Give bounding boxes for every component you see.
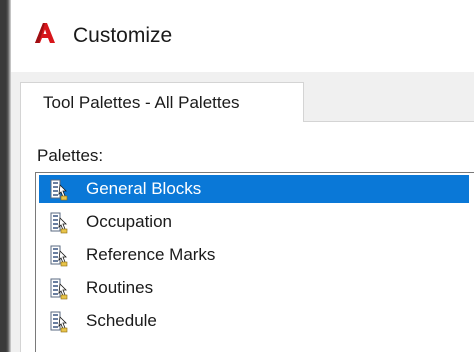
palettes-listbox[interactable]: General Blocks Occupation Reference Mark… bbox=[35, 172, 474, 352]
title-bar: Customize bbox=[11, 0, 474, 72]
customize-window: Customize Tool Palettes - All Palettes P… bbox=[0, 0, 474, 352]
list-item-schedule[interactable]: Schedule bbox=[39, 307, 469, 335]
autocad-logo-icon bbox=[35, 23, 55, 43]
tool-palette-icon bbox=[50, 212, 68, 234]
tool-palette-icon bbox=[50, 245, 68, 267]
list-item-label: Occupation bbox=[86, 212, 172, 231]
tool-palette-icon bbox=[50, 278, 68, 300]
tab-label: Tool Palettes - All Palettes bbox=[43, 93, 240, 112]
list-item-occupation[interactable]: Occupation bbox=[39, 208, 469, 236]
list-item-label: Schedule bbox=[86, 311, 157, 330]
list-item-label: General Blocks bbox=[86, 179, 202, 198]
list-item-label: Reference Marks bbox=[86, 245, 216, 264]
tool-palette-icon bbox=[50, 179, 68, 201]
tab-tool-palettes[interactable]: Tool Palettes - All Palettes bbox=[20, 82, 304, 122]
window-title: Customize bbox=[73, 24, 173, 47]
window-left-border bbox=[0, 0, 11, 352]
palettes-label: Palettes: bbox=[37, 146, 104, 165]
list-item-general-blocks[interactable]: General Blocks bbox=[39, 175, 469, 203]
list-item-routines[interactable]: Routines bbox=[39, 274, 469, 302]
list-item-reference-marks[interactable]: Reference Marks bbox=[39, 241, 469, 269]
tool-palette-icon bbox=[50, 311, 68, 333]
list-item-label: Routines bbox=[86, 278, 154, 297]
